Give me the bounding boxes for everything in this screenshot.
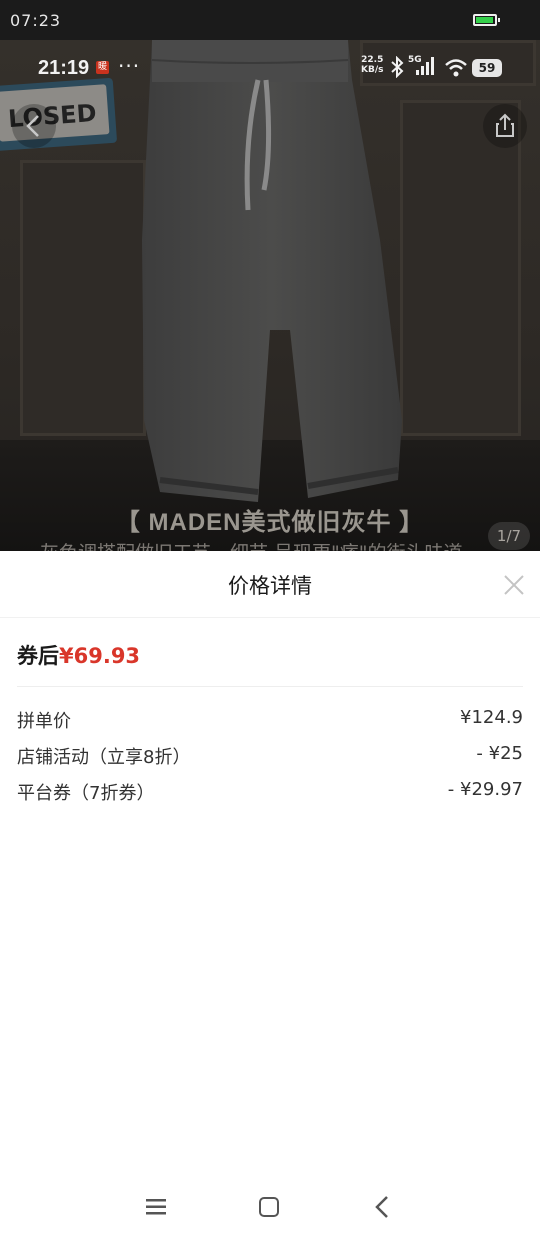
more-dots-icon: ··· — [118, 54, 141, 78]
price-row-value: - ¥29.97 — [447, 779, 523, 800]
price-row-value: ¥124.9 — [460, 707, 523, 728]
notification-badge: 暖 — [96, 61, 109, 74]
door-panel-left — [20, 160, 146, 436]
system-status-bar: 07:23 — [0, 0, 540, 40]
battery-level — [476, 17, 494, 23]
bluetooth-icon — [391, 56, 404, 78]
after-coupon-label: 券后 — [17, 644, 59, 668]
price-row-label: 拼单价 — [17, 711, 71, 732]
after-coupon-row: 券后¥69.93 — [17, 640, 140, 670]
price-row-platform-coupon: 平台券（7折券） - ¥29.97 — [17, 779, 523, 805]
signal-icon: 5G — [408, 55, 434, 75]
share-button[interactable] — [483, 104, 527, 148]
price-row-label: 店铺活动（立享8折） — [17, 747, 191, 768]
price-row-store-promo: 店铺活动（立享8折） - ¥25 — [17, 743, 523, 769]
battery-icon — [473, 14, 500, 26]
share-icon — [496, 113, 514, 137]
after-coupon-price: ¥69.93 — [59, 644, 141, 668]
network-type: 5G — [408, 55, 422, 65]
image-page-indicator: 1/7 — [488, 522, 530, 550]
sheet-title: 价格详情 — [228, 574, 312, 598]
price-detail-sheet: 价格详情 券后¥69.93 拼单价 ¥124.9 店铺活动（立享8折） - ¥2… — [0, 551, 540, 1240]
product-title: 【 MADEN美式做旧灰牛 】 — [115, 509, 425, 536]
inner-clock: 21:19 — [38, 57, 90, 79]
close-icon[interactable] — [500, 571, 528, 599]
system-clock: 07:23 — [10, 11, 62, 30]
navigation-bar — [0, 1175, 540, 1240]
network-speed: 22.5 KB/s — [361, 55, 384, 75]
jeans-image — [142, 40, 402, 502]
price-row-group-price: 拼单价 ¥124.9 — [17, 707, 523, 733]
product-subtitle: 灰色调搭配做旧工艺，细节 呈现更"痞"的街头味道 — [40, 538, 540, 552]
home-icon[interactable] — [259, 1197, 279, 1217]
menu-icon[interactable] — [146, 1199, 166, 1215]
back-icon[interactable] — [374, 1195, 390, 1219]
product-image[interactable]: LOSED 21:19 暖 ··· 22.5 KB/s 5G 59 【 MADE… — [0, 40, 540, 552]
divider — [0, 617, 540, 618]
inner-battery: 59 — [472, 59, 502, 77]
price-row-label: 平台券（7折券） — [17, 783, 155, 804]
wifi-icon — [445, 59, 467, 77]
chevron-left-icon — [26, 115, 39, 137]
divider — [17, 686, 523, 687]
back-button[interactable] — [12, 104, 56, 148]
price-row-value: - ¥25 — [476, 743, 523, 764]
